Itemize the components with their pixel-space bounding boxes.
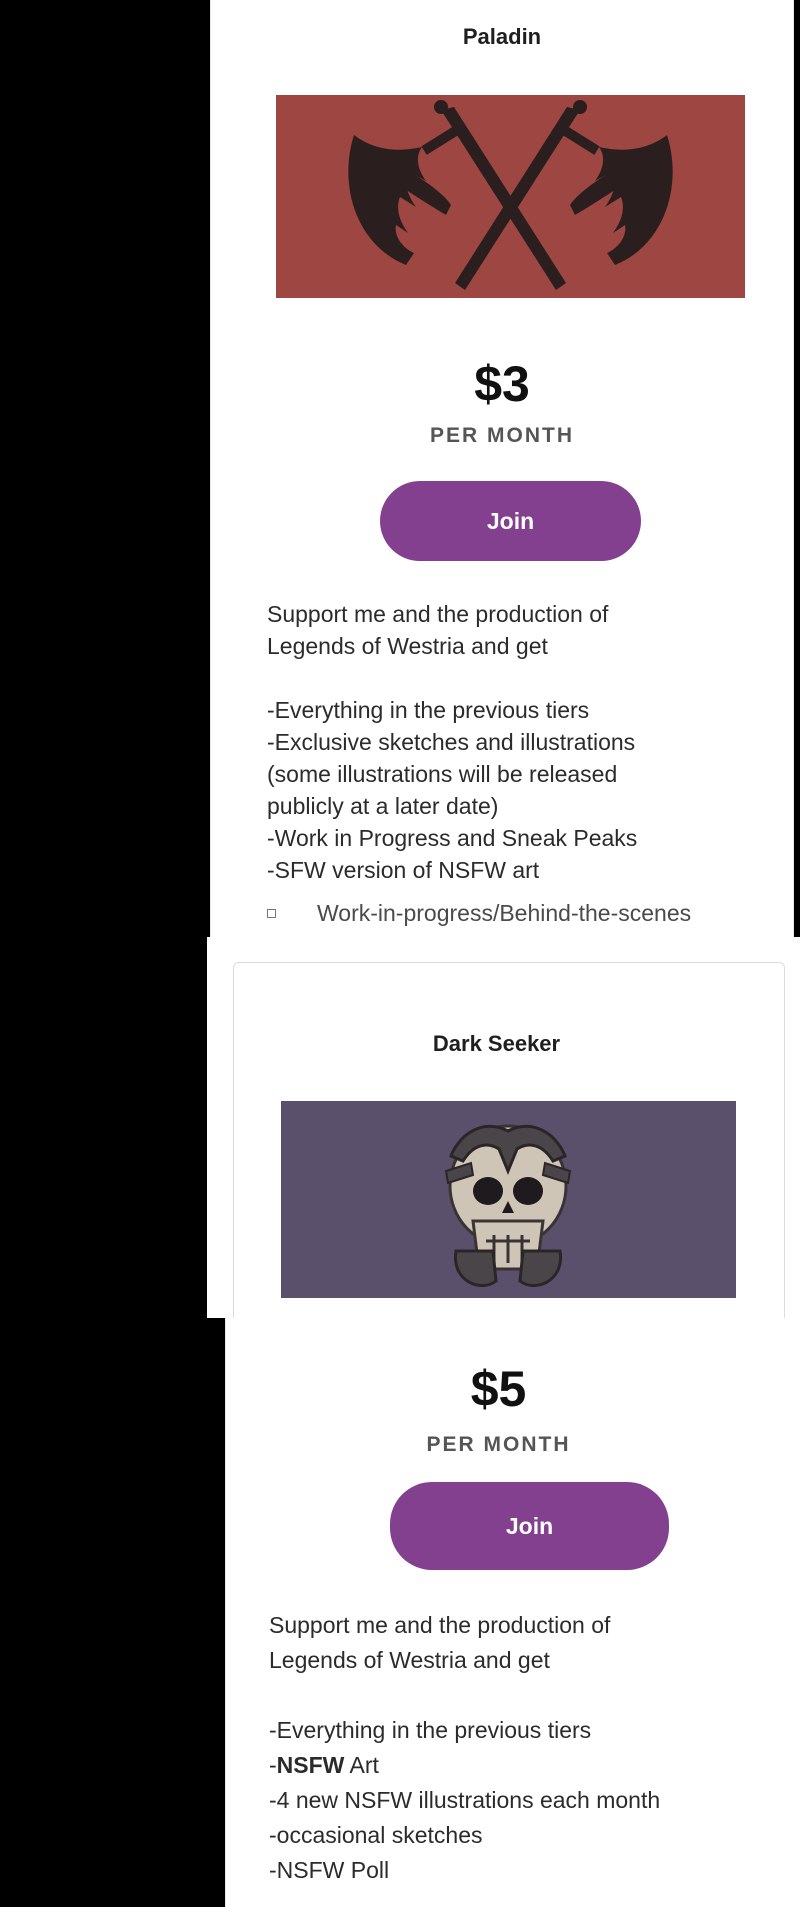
join-button[interactable]: Join: [390, 1482, 669, 1570]
tier-banner-image: [281, 1101, 736, 1298]
tier-title: Paladin: [462, 24, 542, 49]
tier-price: $5: [470, 1361, 527, 1417]
benefit-line-nsfw: -NSFW Art: [269, 1748, 660, 1783]
benefit-line: (some illustrations will be released: [267, 761, 618, 787]
tier-period: PER MONTH: [426, 1433, 571, 1456]
tier-price: $3: [474, 356, 530, 412]
benefit-line: -Everything in the previous tiers: [269, 1717, 592, 1743]
benefit-line: publicly at a later date): [267, 793, 499, 819]
nsfw-prefix: -: [269, 1752, 277, 1778]
bullet-square-icon: [267, 909, 276, 918]
nsfw-art-text: Art: [344, 1752, 379, 1778]
tier-period: PER MONTH: [430, 424, 574, 447]
tier-description: Support me and the production of Legends…: [267, 598, 637, 886]
dark-seeker-tier-card-header: Dark Seeker: [207, 937, 800, 1318]
benefit-line: -Exclusive sketches and illustrations: [267, 729, 636, 755]
benefit-line: -NSFW Poll: [269, 1857, 390, 1883]
intro-line: Support me and the production of: [267, 601, 609, 627]
tier-banner-image: [276, 95, 745, 298]
intro-line: Legends of Westria and get: [267, 633, 548, 659]
paladin-tier-card: Paladin $3 PER MONTH Join Support me and…: [210, 0, 794, 937]
benefit-line: -4 new NSFW illustrations each month: [269, 1787, 661, 1813]
skull-hands-icon: [281, 1101, 736, 1298]
benefit-line: -SFW version of NSFW art: [267, 857, 540, 883]
join-button[interactable]: Join: [380, 481, 641, 561]
dark-seeker-tier-card-body: $5 PER MONTH Join Support me and the pro…: [225, 1318, 800, 1907]
crossed-swords-wings-icon: [276, 95, 745, 298]
tier-title: Dark Seeker: [432, 1031, 561, 1056]
benefit-line: -Work in Progress and Sneak Peaks: [267, 825, 638, 851]
list-item: Work-in-progress/Behind-the-scenes: [267, 900, 692, 927]
benefit-line: -occasional sketches: [269, 1822, 483, 1848]
intro-line: Legends of Westria and get: [269, 1647, 550, 1673]
nsfw-bold-text: NSFW: [276, 1752, 345, 1778]
intro-line: Support me and the production of: [269, 1612, 611, 1638]
list-item-label: Work-in-progress/Behind-the-scenes: [317, 900, 692, 926]
tier-description: Support me and the production of Legends…: [269, 1608, 660, 1888]
benefit-line: -Everything in the previous tiers: [267, 697, 590, 723]
